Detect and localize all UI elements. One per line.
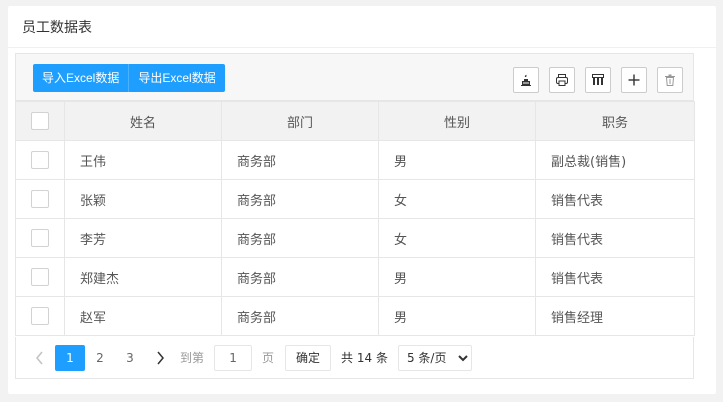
- cell-gender: 男: [378, 296, 536, 336]
- cell-name: 郑建杰: [64, 257, 222, 297]
- plus-icon[interactable]: [621, 67, 647, 93]
- employee-table: 姓名 部门 性别 职务 王伟 商务部 男 副总裁(销售) 张颖 商务部 女 销售…: [15, 101, 695, 336]
- cell-name: 赵军: [64, 296, 222, 336]
- prev-page-button[interactable]: [25, 345, 55, 371]
- table-row: 王伟 商务部 男 副总裁(销售): [15, 140, 695, 180]
- cell-name: 张颖: [64, 179, 222, 219]
- cell-department: 商务部: [221, 296, 379, 336]
- cake-icon[interactable]: [513, 67, 539, 93]
- column-header-department[interactable]: 部门: [221, 101, 379, 141]
- goto-label: 到第: [180, 351, 205, 365]
- column-header-gender[interactable]: 性别: [378, 101, 536, 141]
- select-all-checkbox[interactable]: [31, 112, 49, 130]
- page-3-button[interactable]: 3: [115, 345, 145, 371]
- table-row: 郑建杰 商务部 男 销售代表: [15, 257, 695, 297]
- import-export-group: 导入Excel数据 导出Excel数据: [33, 64, 225, 92]
- export-excel-button[interactable]: 导出Excel数据: [129, 64, 225, 92]
- cell-gender: 男: [378, 140, 536, 180]
- table-toolbar: 导入Excel数据 导出Excel数据: [15, 53, 694, 101]
- tool-icons: [513, 67, 683, 93]
- chevron-right-icon: [157, 351, 164, 364]
- cell-title: 销售代表: [535, 218, 695, 258]
- cell-gender: 女: [378, 218, 536, 258]
- row-checkbox[interactable]: [31, 229, 49, 247]
- total-count: 共 14 条: [341, 351, 388, 365]
- confirm-button[interactable]: 确定: [285, 344, 332, 371]
- cell-department: 商务部: [221, 218, 379, 258]
- panel-title: 员工数据表: [8, 6, 716, 48]
- page-1-button[interactable]: 1: [55, 344, 85, 371]
- cell-name: 李芳: [64, 218, 222, 258]
- column-header-title[interactable]: 职务: [535, 101, 695, 141]
- chevron-left-icon: [36, 351, 43, 364]
- cell-title: 销售经理: [535, 296, 695, 336]
- trash-icon[interactable]: [657, 67, 683, 93]
- column-header-name[interactable]: 姓名: [64, 101, 222, 141]
- table-row: 张颖 商务部 女 销售代表: [15, 179, 695, 219]
- table-header-row: 姓名 部门 性别 职务: [15, 101, 695, 141]
- next-page-button[interactable]: [145, 345, 175, 371]
- print-icon[interactable]: [549, 67, 575, 93]
- page-2-button[interactable]: 2: [85, 345, 115, 371]
- row-checkbox[interactable]: [31, 307, 49, 325]
- cell-department: 商务部: [221, 257, 379, 297]
- cell-department: 商务部: [221, 179, 379, 219]
- table-row: 赵军 商务部 男 销售经理: [15, 296, 695, 336]
- page-size-select[interactable]: 5 条/页: [397, 344, 472, 371]
- cell-title: 销售代表: [535, 179, 695, 219]
- table-row: 李芳 商务部 女 销售代表: [15, 218, 695, 258]
- row-checkbox[interactable]: [31, 151, 49, 169]
- columns-icon[interactable]: [585, 67, 611, 93]
- page-label: 页: [262, 351, 275, 365]
- row-checkbox[interactable]: [31, 268, 49, 286]
- cell-name: 王伟: [64, 140, 222, 180]
- pagination: 1 2 3 到第 页 确定 共 14 条 5 条/页: [15, 337, 694, 379]
- goto-page-input[interactable]: [214, 344, 253, 371]
- cell-title: 副总裁(销售): [535, 140, 695, 180]
- cell-gender: 女: [378, 179, 536, 219]
- cell-department: 商务部: [221, 140, 379, 180]
- import-excel-button[interactable]: 导入Excel数据: [33, 64, 130, 92]
- cell-gender: 男: [378, 257, 536, 297]
- cell-title: 销售代表: [535, 257, 695, 297]
- row-checkbox[interactable]: [31, 190, 49, 208]
